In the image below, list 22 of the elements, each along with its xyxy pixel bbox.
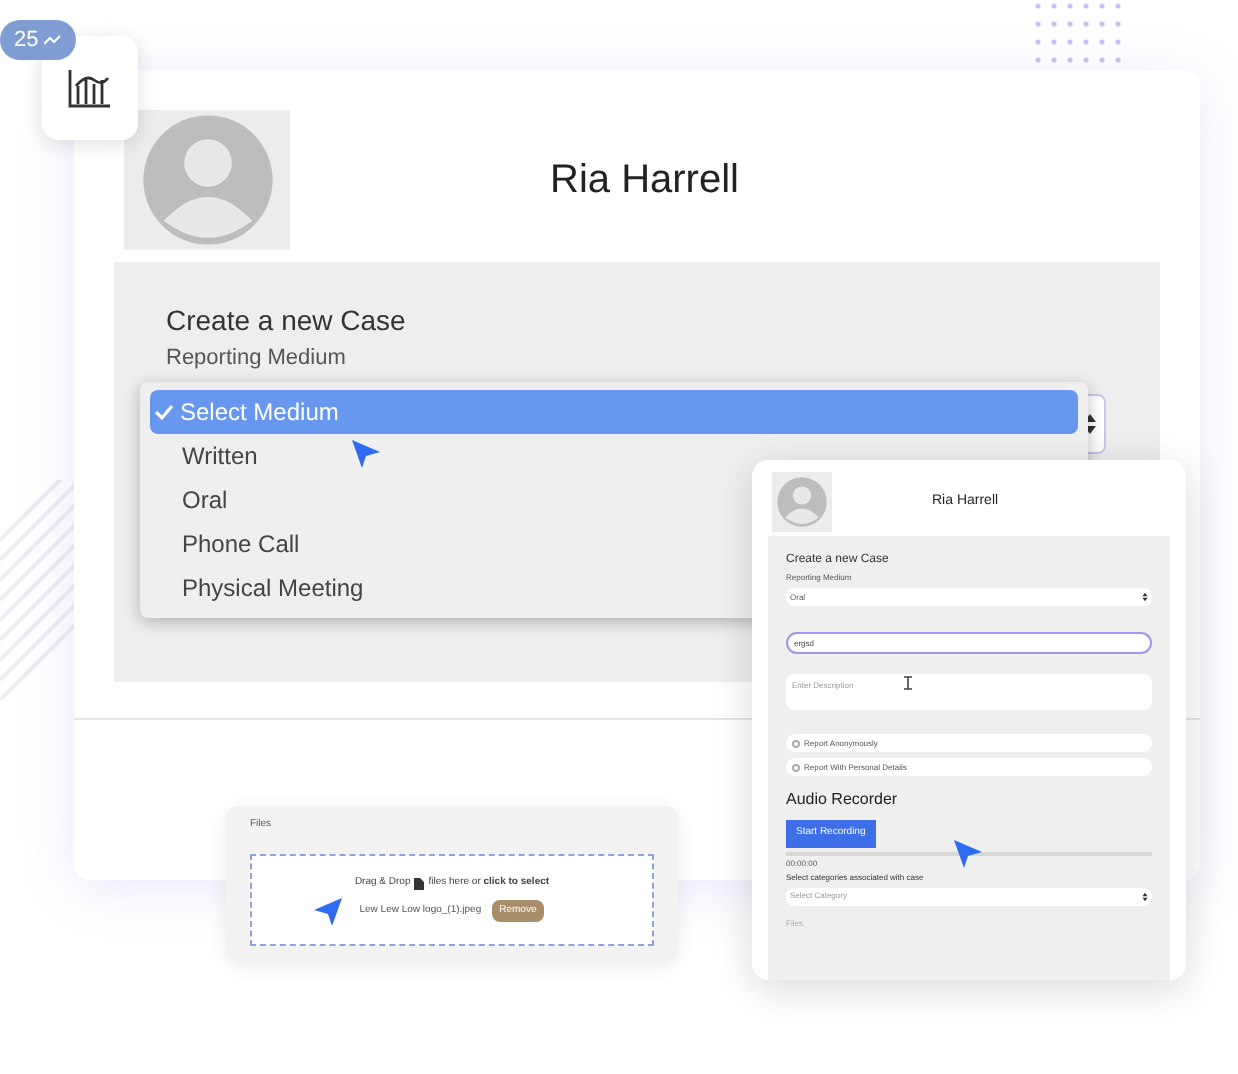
trend-up-icon [44, 34, 63, 46]
trend-badge: 25 [0, 20, 77, 60]
avatar [772, 472, 832, 532]
select-arrows-icon [1142, 592, 1148, 602]
form-title: Create a new Case [166, 302, 408, 338]
radio-button[interactable] [792, 763, 800, 771]
recorder-title: Audio Recorder [786, 788, 900, 812]
select-arrows-icon [1142, 891, 1148, 901]
dropdown-option[interactable]: Oral [150, 478, 236, 522]
dropdown-option[interactable]: Physical Meeting [150, 566, 372, 610]
check-icon [154, 402, 174, 422]
cursor-icon [312, 895, 344, 927]
cursor-icon [350, 438, 382, 470]
file-icon [414, 877, 425, 890]
user-name: Ria Harrell [550, 156, 739, 206]
field-label: Reporting Medium [166, 344, 348, 372]
dropdown-option[interactable]: Written [150, 434, 266, 478]
cursor-icon [952, 838, 984, 870]
text-cursor-icon [904, 676, 912, 690]
dropdown-option[interactable]: Phone Call [150, 522, 308, 566]
chart-icon [68, 68, 112, 108]
radio-button[interactable] [792, 739, 800, 747]
